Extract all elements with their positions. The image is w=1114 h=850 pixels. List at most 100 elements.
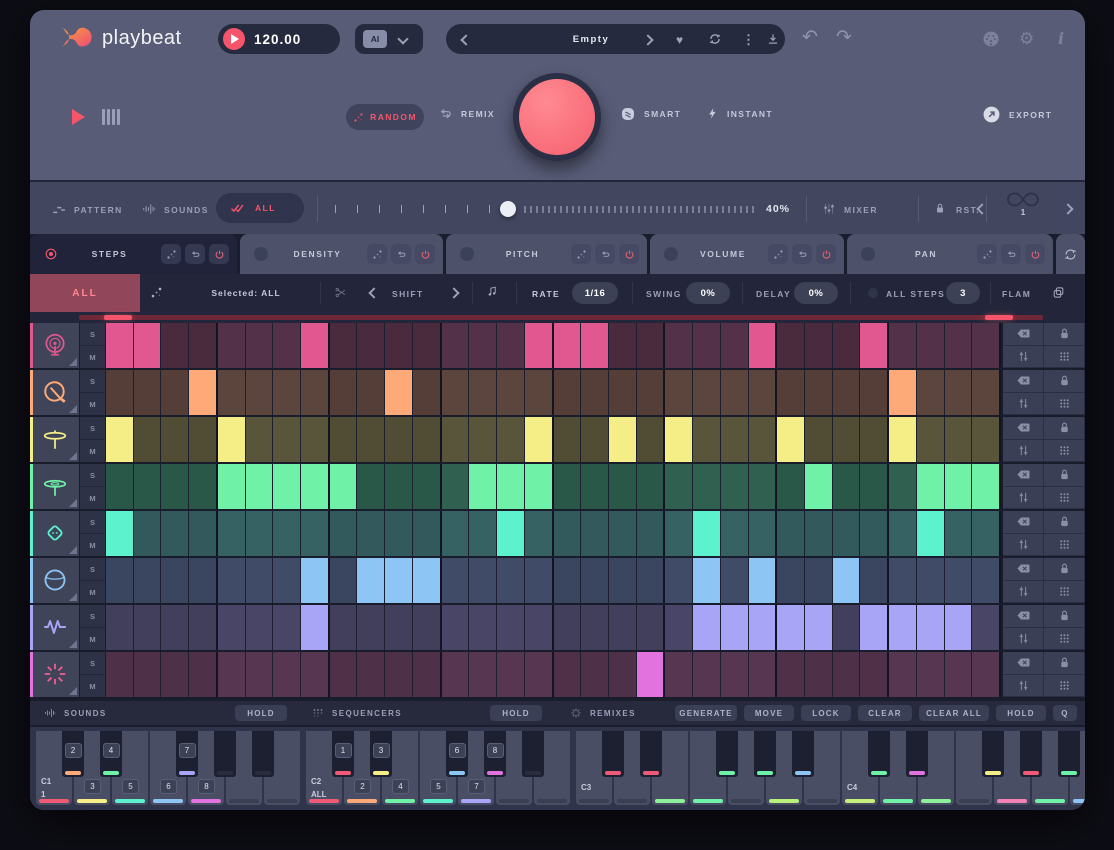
step-1-17[interactable] <box>554 323 582 368</box>
export-button[interactable]: EXPORT <box>982 105 1052 124</box>
step-4-11[interactable] <box>385 464 413 509</box>
step-8-11[interactable] <box>385 652 413 697</box>
step-7-4[interactable] <box>189 605 218 650</box>
hold-button[interactable]: HOLD <box>996 705 1046 721</box>
step-3-32[interactable] <box>972 417 1001 462</box>
step-6-28[interactable] <box>860 558 889 603</box>
smart-toggle[interactable]: SMART <box>620 106 681 122</box>
tab-density[interactable]: DENSITY <box>240 234 443 274</box>
step-4-16[interactable] <box>525 464 554 509</box>
step-4-6[interactable] <box>246 464 274 509</box>
step-4-30[interactable] <box>917 464 945 509</box>
step-1-7[interactable] <box>273 323 301 368</box>
step-6-5[interactable] <box>218 558 246 603</box>
step-7-21[interactable] <box>665 605 693 650</box>
step-3-18[interactable] <box>581 417 609 462</box>
step-5-27[interactable] <box>833 511 861 556</box>
step-5-5[interactable] <box>218 511 246 556</box>
black-key[interactable]: 2 <box>62 731 84 777</box>
step-3-15[interactable] <box>497 417 525 462</box>
step-1-12[interactable] <box>413 323 442 368</box>
step-6-19[interactable] <box>609 558 637 603</box>
note-value-icon[interactable] <box>486 285 499 298</box>
step-7-31[interactable] <box>945 605 973 650</box>
step-3-31[interactable] <box>945 417 973 462</box>
step-4-7[interactable] <box>273 464 301 509</box>
flam-button[interactable]: FLAM <box>1002 289 1031 299</box>
step-3-1[interactable] <box>106 417 134 462</box>
step-7-17[interactable] <box>554 605 582 650</box>
mute-button[interactable]: M <box>80 487 105 509</box>
power-icon[interactable] <box>209 244 229 264</box>
step-1-5[interactable] <box>218 323 246 368</box>
step-4-8[interactable] <box>301 464 330 509</box>
corner-expand-handle[interactable] <box>69 452 77 460</box>
step-7-10[interactable] <box>357 605 385 650</box>
solo-button[interactable]: S <box>80 511 105 534</box>
track-settings-icon[interactable] <box>1003 581 1044 604</box>
step-3-8[interactable] <box>301 417 330 462</box>
black-key[interactable] <box>792 731 814 777</box>
step-6-1[interactable] <box>106 558 134 603</box>
settings-gear-icon[interactable]: ⚙ <box>1019 29 1034 49</box>
mute-button[interactable]: M <box>80 346 105 368</box>
mute-button[interactable]: M <box>80 393 105 415</box>
step-3-6[interactable] <box>246 417 274 462</box>
step-5-8[interactable] <box>301 511 330 556</box>
step-3-13[interactable] <box>442 417 470 462</box>
step-7-27[interactable] <box>833 605 861 650</box>
loop-next-icon[interactable] <box>1062 203 1073 214</box>
step-2-24[interactable] <box>749 370 778 415</box>
step-7-18[interactable] <box>581 605 609 650</box>
black-key[interactable] <box>522 731 544 777</box>
step-3-20[interactable] <box>637 417 666 462</box>
corner-expand-handle[interactable] <box>69 593 77 601</box>
step-3-2[interactable] <box>134 417 162 462</box>
loop-length-control[interactable]: 1 <box>992 191 1054 217</box>
step-7-7[interactable] <box>273 605 301 650</box>
drag-handle-icon[interactable] <box>1044 581 1085 604</box>
instant-toggle[interactable]: INSTANT <box>706 106 773 121</box>
dice-icon[interactable] <box>161 244 181 264</box>
step-5-11[interactable] <box>385 511 413 556</box>
step-3-7[interactable] <box>273 417 301 462</box>
step-1-4[interactable] <box>189 323 218 368</box>
step-3-4[interactable] <box>189 417 218 462</box>
pattern-position-bar[interactable] <box>79 315 1043 320</box>
step-5-28[interactable] <box>860 511 889 556</box>
step-5-25[interactable] <box>777 511 805 556</box>
scissors-icon[interactable] <box>334 286 347 299</box>
clear-steps-icon[interactable] <box>1003 417 1044 440</box>
step-5-22[interactable] <box>693 511 721 556</box>
refresh-all-button[interactable] <box>1056 234 1085 274</box>
step-4-1[interactable] <box>106 464 134 509</box>
solo-button[interactable]: S <box>80 370 105 393</box>
mute-button[interactable]: M <box>80 581 105 603</box>
step-8-12[interactable] <box>413 652 442 697</box>
step-5-29[interactable] <box>889 511 917 556</box>
step-8-3[interactable] <box>161 652 189 697</box>
sounds-hold-button[interactable]: HOLD <box>235 705 287 721</box>
step-4-3[interactable] <box>161 464 189 509</box>
step-7-13[interactable] <box>442 605 470 650</box>
black-key[interactable] <box>252 731 274 777</box>
step-5-30[interactable] <box>917 511 945 556</box>
step-8-2[interactable] <box>134 652 162 697</box>
power-icon[interactable] <box>1025 244 1045 264</box>
rate-value[interactable]: 1/16 <box>572 282 618 304</box>
black-key[interactable]: 4 <box>100 731 122 777</box>
step-6-8[interactable] <box>301 558 330 603</box>
step-1-2[interactable] <box>134 323 162 368</box>
step-2-10[interactable] <box>357 370 385 415</box>
step-3-9[interactable] <box>330 417 358 462</box>
step-6-24[interactable] <box>749 558 778 603</box>
step-6-11[interactable] <box>385 558 413 603</box>
keyboard-trigger-icon[interactable] <box>102 109 120 125</box>
solo-button[interactable]: S <box>80 417 105 440</box>
step-3-23[interactable] <box>721 417 749 462</box>
step-2-2[interactable] <box>134 370 162 415</box>
black-key[interactable] <box>754 731 776 777</box>
solo-button[interactable]: S <box>80 605 105 628</box>
black-key[interactable] <box>640 731 662 777</box>
tab-volume[interactable]: VOLUME <box>650 234 844 274</box>
